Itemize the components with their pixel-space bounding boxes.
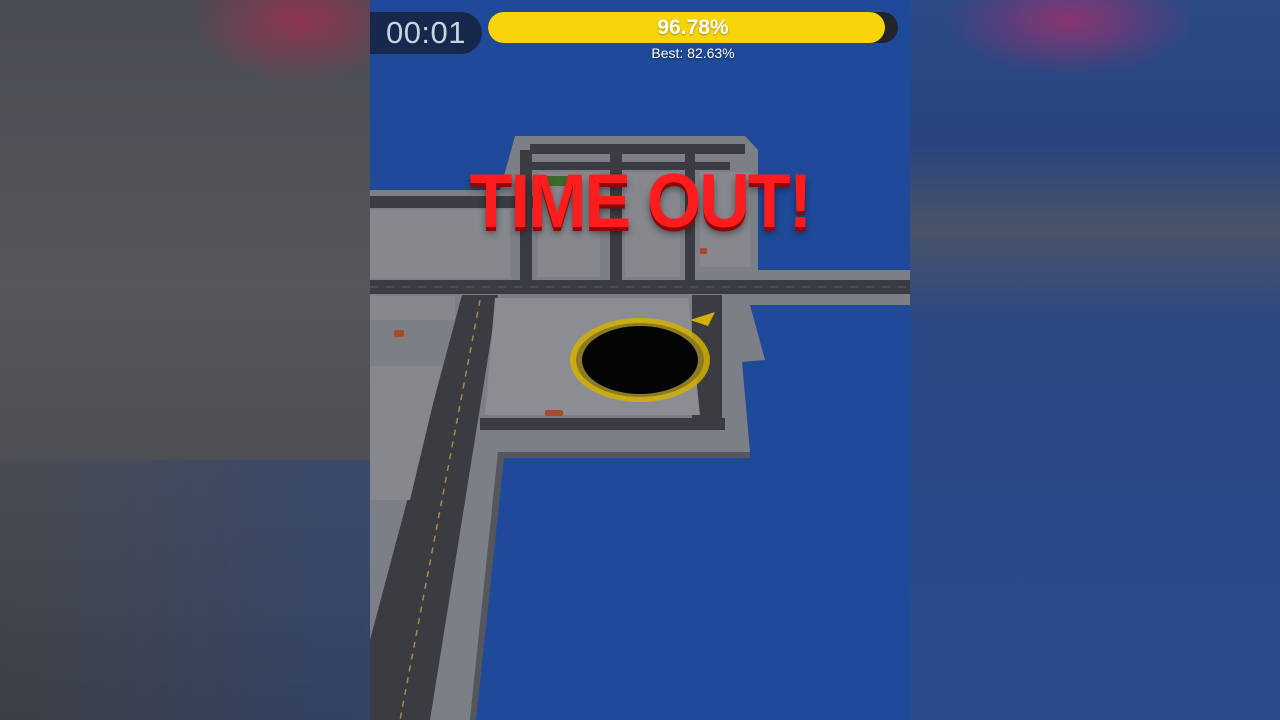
- blurred-background-left: [0, 0, 370, 720]
- game-viewport[interactable]: 00:01 96.78% Best: 82.63% TIME OUT!: [370, 0, 910, 720]
- road-top-loop-a: [530, 144, 745, 154]
- time-out-banner: TIME OUT!: [469, 159, 813, 244]
- car: [545, 410, 563, 416]
- car: [700, 248, 707, 254]
- city-map: [370, 136, 910, 720]
- best-score-label: Best: 82.63%: [651, 45, 735, 61]
- block-left-3: [370, 296, 455, 320]
- car: [394, 330, 404, 337]
- timer-pill: 00:01: [370, 12, 482, 54]
- timer-text: 00:01: [385, 15, 467, 50]
- blurred-background-right: [910, 0, 1280, 720]
- progress-label: 96.78%: [657, 15, 729, 39]
- platform-edge: [470, 452, 750, 720]
- progress-bar: 96.78%: [488, 12, 898, 43]
- road-horizontal-lower: [480, 418, 725, 430]
- black-hole-icon: [582, 326, 698, 394]
